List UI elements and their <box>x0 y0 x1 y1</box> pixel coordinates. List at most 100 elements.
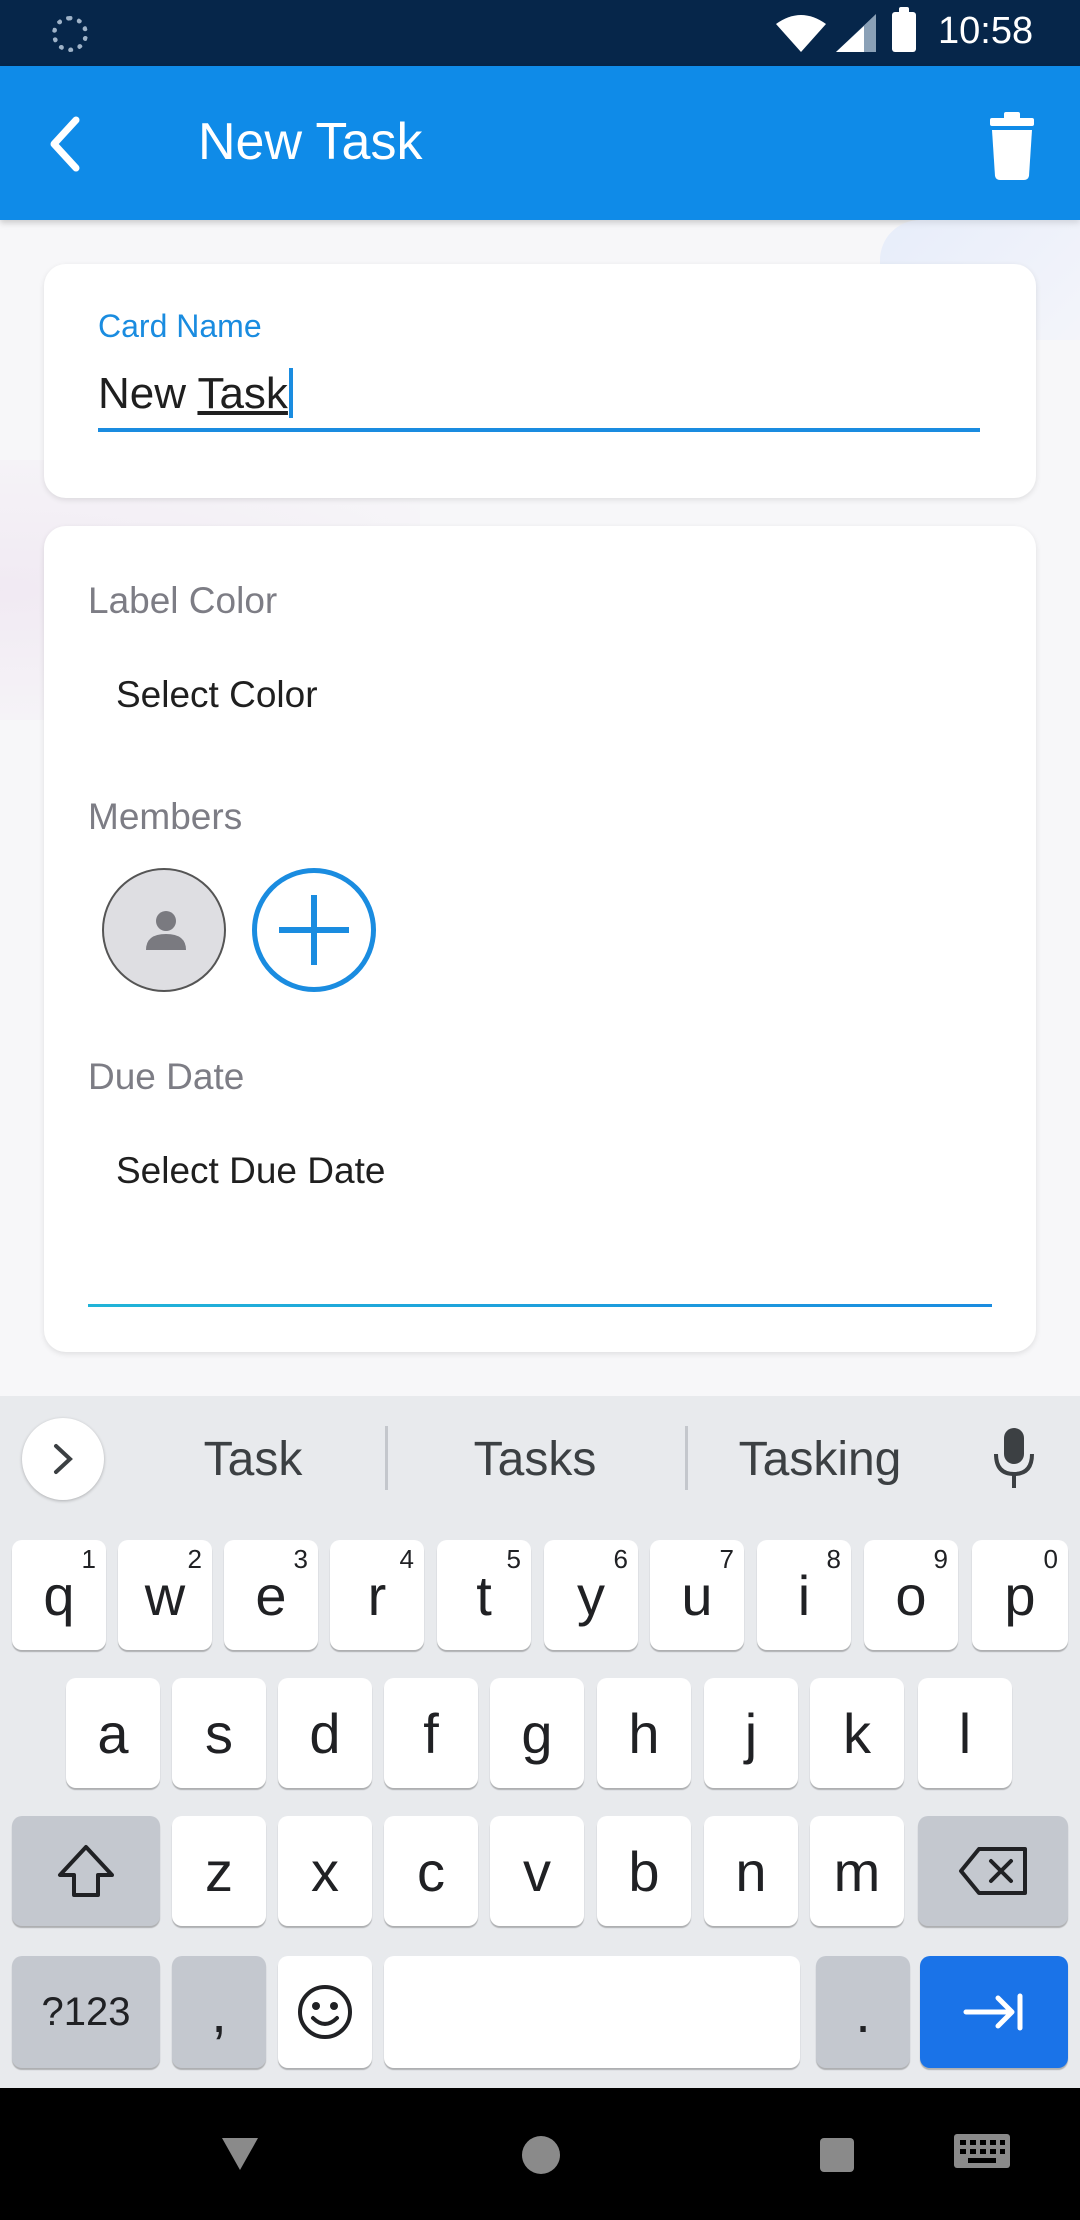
key-label: o <box>895 1563 927 1627</box>
soft-keyboard: Task Tasks Tasking q1 w2 e3 r4 t5 y6 u7 … <box>0 1396 1080 2088</box>
chevron-right-icon <box>54 1444 73 1474</box>
key-m[interactable]: m <box>810 1816 904 1926</box>
card-name-card: Card Name New Task <box>44 264 1036 498</box>
key-q[interactable]: q1 <box>12 1540 106 1650</box>
key-hint: 3 <box>293 1544 308 1574</box>
key-hint: 0 <box>1043 1544 1058 1574</box>
key-hint: 7 <box>719 1544 734 1574</box>
symbols-key[interactable]: ?123 <box>12 1956 160 2068</box>
key-label: r <box>367 1563 387 1627</box>
trash-icon[interactable] <box>978 112 1048 182</box>
suggestion-item[interactable]: Tasking <box>715 1432 925 1487</box>
suggestion-divider <box>685 1426 688 1490</box>
key-a[interactable]: a <box>66 1678 160 1788</box>
key-e[interactable]: e3 <box>224 1540 318 1650</box>
key-k[interactable]: k <box>810 1678 904 1788</box>
enter-next-key[interactable] <box>920 1956 1068 2068</box>
key-hint: 1 <box>81 1544 96 1574</box>
key-label: w <box>144 1563 186 1627</box>
nav-recents-icon[interactable] <box>820 2138 854 2172</box>
wifi-icon <box>776 15 826 52</box>
select-due-date-button[interactable]: Select Due Date <box>116 1150 385 1192</box>
clock: 10:58 <box>938 10 1034 52</box>
label-color-heading: Label Color <box>88 580 278 621</box>
key-z[interactable]: z <box>172 1816 266 1926</box>
task-details-card: Label Color Select Color Members Due Dat… <box>44 526 1036 1352</box>
members-heading: Members <box>88 796 243 837</box>
keyboard-switch-icon[interactable] <box>954 2134 1010 2174</box>
key-label: i <box>797 1563 811 1627</box>
key-hint: 6 <box>613 1544 628 1574</box>
key-hint: 9 <box>933 1544 948 1574</box>
card-name-underline <box>98 428 980 432</box>
key-u[interactable]: u7 <box>650 1540 744 1650</box>
emoji-key[interactable] <box>278 1956 372 2068</box>
microphone-icon[interactable] <box>990 1426 1038 1490</box>
card-name-value-composing: Task <box>197 369 288 418</box>
status-bar: 10:58 <box>0 0 1080 66</box>
key-n[interactable]: n <box>704 1816 798 1926</box>
nav-back-icon[interactable] <box>220 2136 260 2172</box>
person-icon <box>146 911 186 950</box>
key-h[interactable]: h <box>597 1678 691 1788</box>
card-name-value-prefix: New <box>98 369 198 418</box>
app-bar: New Task <box>0 66 1080 220</box>
signal-icon <box>836 14 876 52</box>
key-c[interactable]: c <box>384 1816 478 1926</box>
suggestion-bar: Task Tasks Tasking <box>0 1396 1080 1520</box>
card-name-label: Card Name <box>98 308 262 344</box>
key-f[interactable]: f <box>384 1678 478 1788</box>
space-key[interactable] <box>384 1956 800 2068</box>
loading-icon <box>52 16 88 52</box>
key-t[interactable]: t5 <box>437 1540 531 1650</box>
key-p[interactable]: p0 <box>972 1540 1068 1650</box>
page-title: New Task <box>198 113 423 171</box>
key-hint: 4 <box>399 1544 414 1574</box>
text-cursor <box>288 368 293 418</box>
comma-key[interactable]: , <box>172 1956 266 2068</box>
key-label: q <box>43 1563 75 1627</box>
expand-toolbar-button[interactable] <box>22 1418 104 1500</box>
emoji-icon <box>298 1985 352 2039</box>
shift-key[interactable] <box>12 1816 160 1926</box>
key-d[interactable]: d <box>278 1678 372 1788</box>
key-label: e <box>255 1563 287 1627</box>
backspace-icon <box>959 1847 1027 1895</box>
shift-icon <box>58 1845 114 1897</box>
key-label: y <box>577 1563 605 1627</box>
key-i[interactable]: i8 <box>757 1540 851 1650</box>
key-v[interactable]: v <box>490 1816 584 1926</box>
add-member-button[interactable] <box>252 868 376 992</box>
nav-home-icon[interactable] <box>522 2136 560 2174</box>
key-w[interactable]: w2 <box>118 1540 212 1650</box>
key-s[interactable]: s <box>172 1678 266 1788</box>
tab-next-icon <box>963 1993 1023 2031</box>
key-label: t <box>476 1563 492 1627</box>
member-avatar[interactable] <box>102 868 226 992</box>
suggestion-item[interactable]: Tasks <box>425 1432 645 1487</box>
key-hint: 8 <box>826 1544 841 1574</box>
backspace-key[interactable] <box>918 1816 1068 1926</box>
system-navigation-bar <box>0 2088 1080 2220</box>
key-x[interactable]: x <box>278 1816 372 1926</box>
key-label: p <box>1004 1563 1036 1627</box>
key-hint: 2 <box>187 1544 202 1574</box>
back-arrow-icon[interactable] <box>30 104 110 184</box>
key-j[interactable]: j <box>704 1678 798 1788</box>
key-hint: 5 <box>506 1544 521 1574</box>
battery-icon <box>892 7 916 52</box>
suggestion-divider <box>385 1426 388 1490</box>
key-y[interactable]: y6 <box>544 1540 638 1650</box>
key-g[interactable]: g <box>490 1678 584 1788</box>
key-label: u <box>681 1563 713 1627</box>
key-l[interactable]: l <box>918 1678 1012 1788</box>
select-color-button[interactable]: Select Color <box>116 674 318 716</box>
card-name-input[interactable]: New Task <box>98 368 293 419</box>
key-o[interactable]: o9 <box>864 1540 958 1650</box>
suggestion-item[interactable]: Task <box>158 1432 348 1487</box>
period-key[interactable]: . <box>816 1956 910 2068</box>
due-date-heading: Due Date <box>88 1056 245 1097</box>
due-date-underline <box>88 1304 992 1307</box>
key-r[interactable]: r4 <box>330 1540 424 1650</box>
key-b[interactable]: b <box>597 1816 691 1926</box>
